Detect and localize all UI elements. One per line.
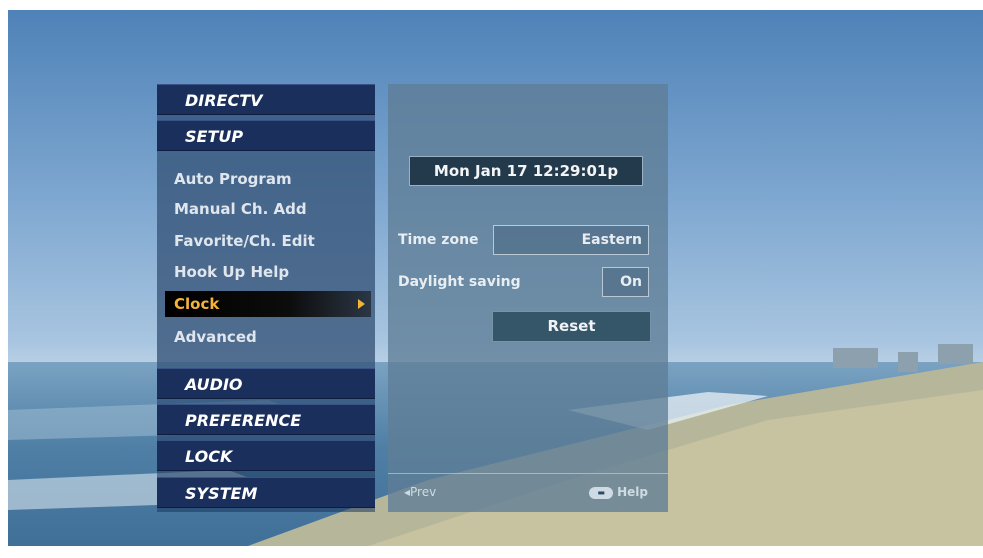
panel-footer: ◂Prev ▬ Help bbox=[388, 473, 668, 513]
screen: DIRECTV SETUP Auto Program Manual Ch. Ad… bbox=[0, 0, 983, 558]
distant-buildings bbox=[833, 348, 878, 368]
menu-button-icon: ▬ bbox=[589, 486, 614, 499]
clock-panel: Mon Jan 17 12:29:01p Time zone Eastern D… bbox=[388, 84, 668, 512]
menu-item-clock[interactable]: Clock bbox=[165, 291, 371, 317]
menu-section-setup[interactable]: SETUP bbox=[157, 120, 375, 151]
daylight-saving-label: Daylight saving bbox=[398, 274, 521, 290]
timezone-field[interactable]: Eastern bbox=[493, 225, 649, 255]
current-datetime: Mon Jan 17 12:29:01p bbox=[409, 156, 643, 186]
menu-section-lock[interactable]: LOCK bbox=[157, 440, 375, 471]
menu-item-favorite-ch-edit[interactable]: Favorite/Ch. Edit bbox=[174, 228, 369, 254]
menu-section-system[interactable]: SYSTEM bbox=[157, 477, 375, 508]
timezone-label: Time zone bbox=[398, 232, 479, 248]
menu-item-advanced[interactable]: Advanced bbox=[174, 324, 369, 350]
prev-button[interactable]: ◂Prev bbox=[404, 485, 436, 499]
help-label: Help bbox=[617, 485, 648, 499]
menu-item-hook-up-help[interactable]: Hook Up Help bbox=[174, 259, 369, 285]
menu-section-audio[interactable]: AUDIO bbox=[157, 368, 375, 399]
setup-menu: DIRECTV SETUP Auto Program Manual Ch. Ad… bbox=[157, 84, 375, 512]
help-button[interactable]: ▬ Help bbox=[589, 485, 648, 499]
menu-item-manual-ch-add[interactable]: Manual Ch. Add bbox=[174, 196, 369, 222]
menu-item-auto-program[interactable]: Auto Program bbox=[174, 166, 369, 192]
distant-buildings bbox=[898, 352, 918, 372]
daylight-saving-field[interactable]: On bbox=[602, 267, 649, 297]
arrow-right-icon bbox=[358, 299, 365, 309]
menu-item-clock-label: Clock bbox=[174, 295, 220, 313]
menu-title: DIRECTV bbox=[157, 84, 375, 115]
distant-buildings bbox=[938, 344, 973, 364]
menu-section-preference[interactable]: PREFERENCE bbox=[157, 404, 375, 435]
reset-button[interactable]: Reset bbox=[492, 311, 651, 342]
